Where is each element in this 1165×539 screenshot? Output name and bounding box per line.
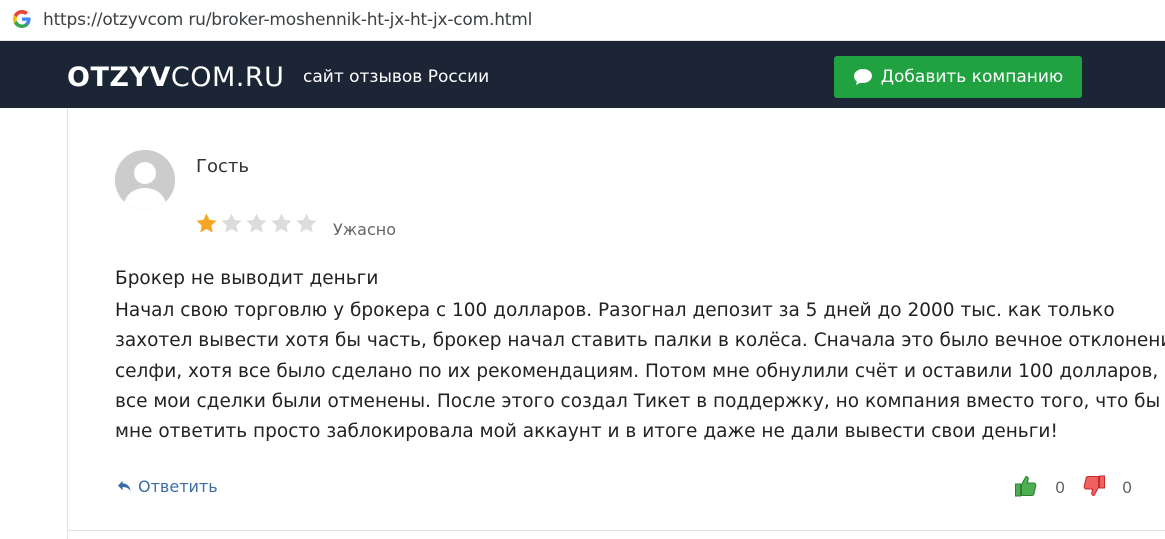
review-body-line: захотел вывести хотя бы часть, брокер на… (115, 330, 1165, 352)
add-company-button[interactable]: Добавить компанию (834, 56, 1082, 98)
browser-address-bar[interactable]: https://otzyvcom ru/broker-moshennik-ht-… (0, 0, 1165, 41)
star-empty-icon (271, 213, 292, 233)
logo-thin-part: COM.RU (170, 62, 285, 93)
reply-label: Ответить (138, 477, 218, 496)
avatar (115, 150, 175, 210)
review-body-line: селфи, хотя все было сделано по их реком… (115, 360, 1159, 382)
reply-arrow-icon (117, 480, 131, 492)
thumbs-up-icon[interactable] (1014, 474, 1038, 498)
logo-bold-part: OTZYV (67, 62, 171, 93)
review-body-line: Начал свою торговлю у брокера с 100 долл… (115, 300, 1115, 321)
likes-count: 0 (1055, 478, 1066, 497)
user-silhouette-icon (115, 150, 175, 210)
reply-button[interactable]: Ответить (117, 477, 218, 496)
star-filled-icon (196, 213, 217, 233)
review-title: Брокер не выводит деньги (115, 268, 379, 289)
thumbs-down-icon[interactable] (1082, 474, 1106, 498)
review-body-line: мне ответить просто заблокировала мой ак… (115, 421, 1058, 443)
star-empty-icon (221, 213, 242, 233)
site-logo[interactable]: OTZYVCOM.RU (67, 62, 284, 93)
site-header: OTZYVCOM.RU сайт отзывов России Добавить… (0, 41, 1165, 108)
chat-bubble-icon (853, 69, 872, 85)
add-company-label: Добавить компанию (880, 67, 1064, 87)
review-body: Начал свою торговлю у брокера с 100 долл… (115, 296, 1165, 447)
divider (67, 530, 1165, 531)
review-author: Гость (196, 156, 249, 177)
dislikes-count: 0 (1122, 478, 1133, 497)
site-tagline: сайт отзывов России (303, 67, 490, 87)
url-text[interactable]: https://otzyvcom ru/broker-moshennik-ht-… (43, 10, 532, 30)
google-g-icon (13, 10, 31, 28)
star-rating (195, 212, 318, 235)
review-body-line: все мои сделки были отменены. После этог… (115, 390, 1161, 412)
star-empty-icon (246, 213, 267, 233)
rating-label: Ужасно (333, 220, 397, 239)
star-empty-icon (296, 213, 317, 233)
